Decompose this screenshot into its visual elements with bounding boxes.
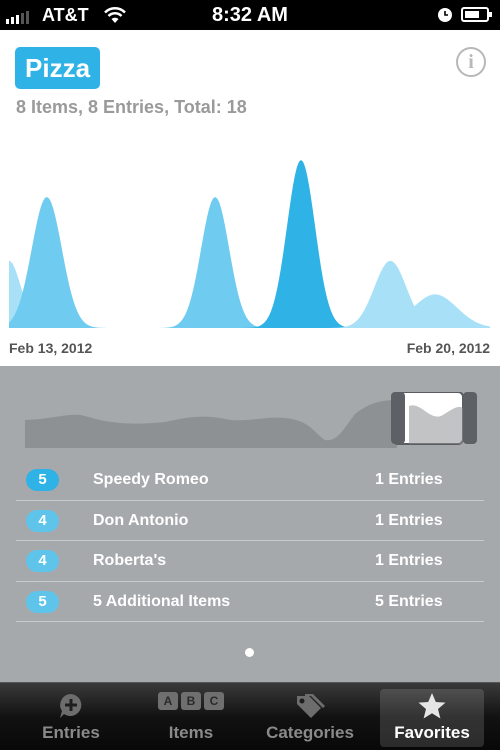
- item-name: Roberta's: [93, 552, 167, 569]
- entry-count: 1 Entries: [375, 552, 443, 569]
- tags-icon: [297, 694, 325, 718]
- entry-count: 1 Entries: [375, 471, 443, 488]
- chart-end-date: Feb 20, 2012: [406, 340, 490, 356]
- summary-panel: 5 Speedy Romeo 1 Entries 4 Don Antonio 1…: [0, 366, 500, 682]
- chart-area-peak-3: [9, 160, 490, 328]
- page-title: Pizza: [15, 47, 101, 89]
- item-name: Don Antonio: [93, 511, 189, 529]
- list-item[interactable]: 5 Speedy Romeo 1 Entries: [16, 460, 484, 501]
- entry-count: 5 Entries: [375, 592, 443, 610]
- activity-chart[interactable]: [0, 140, 500, 330]
- page-indicator-dot[interactable]: [245, 648, 254, 657]
- status-bar: AT&T 8:32 AM: [0, 0, 500, 30]
- tab-label: Items: [168, 723, 214, 742]
- timeline-left-handle: [391, 392, 405, 444]
- timeline-right-handle: [463, 392, 477, 444]
- info-icon[interactable]: i: [456, 47, 486, 77]
- tab-label: Entries: [42, 723, 100, 742]
- tab-bar: Entries ABC Items Categories Favorites: [0, 682, 500, 750]
- count-badge: 4: [26, 509, 59, 532]
- battery-icon: [461, 7, 492, 22]
- summary-subtitle: 8 Items, 8 Entries, Total: 18: [16, 97, 247, 117]
- tab-label: Categories: [266, 723, 354, 742]
- tab-label: Favorites: [394, 723, 470, 742]
- abc-icon: ABC: [158, 692, 224, 710]
- tab-favorites[interactable]: Favorites: [380, 689, 484, 747]
- tab-entries[interactable]: Entries: [30, 689, 112, 747]
- tab-categories[interactable]: Categories: [260, 689, 360, 747]
- add-entry-icon: [60, 694, 82, 718]
- count-badge: 5: [26, 590, 59, 613]
- item-name: Speedy Romeo: [93, 471, 209, 488]
- chart-area-peak-4: [9, 260, 490, 328]
- list-item[interactable]: 4 Roberta's 1 Entries: [16, 541, 484, 582]
- entry-count: 1 Entries: [375, 511, 443, 529]
- item-name: 5 Additional Items: [93, 592, 231, 610]
- timeline-overview[interactable]: [25, 392, 490, 448]
- chart-card: Pizza 8 Items, 8 Entries, Total: 18 i Fe…: [0, 30, 500, 366]
- chart-start-date: Feb 13, 2012: [9, 340, 93, 356]
- clock-time: 8:32 AM: [212, 4, 288, 26]
- count-badge: 5: [26, 469, 59, 491]
- count-badge: 4: [26, 550, 59, 572]
- entries-list: 5 Speedy Romeo 1 Entries 4 Don Antonio 1…: [16, 460, 484, 622]
- list-item[interactable]: 4 Don Antonio 1 Entries: [16, 501, 484, 541]
- tab-items[interactable]: ABC Items: [150, 689, 232, 747]
- star-icon: [418, 693, 446, 719]
- alarm-clock-icon: [438, 8, 452, 22]
- list-item[interactable]: 5 5 Additional Items 5 Entries: [16, 582, 484, 622]
